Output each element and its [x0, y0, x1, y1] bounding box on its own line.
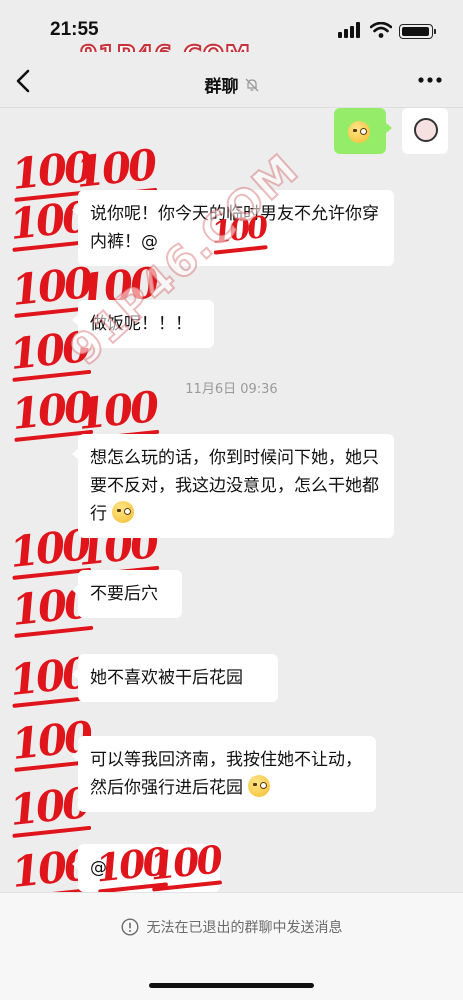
status-time: 21:55	[50, 19, 99, 40]
home-indicator[interactable]	[149, 983, 314, 988]
message-bubble[interactable]: 她不喜欢被干后花园	[72, 654, 278, 702]
message-bubble[interactable]: 想怎么玩的话，你到时候问下她，她只要不反对，我这边没意见，怎么干她都行	[72, 434, 394, 538]
bell-off-icon	[245, 78, 258, 91]
thinking-emoji-icon	[112, 501, 135, 523]
battery-nub	[434, 29, 436, 34]
avatar-face-icon	[414, 118, 438, 142]
thinking-emoji-icon	[248, 775, 271, 797]
nav-title-wrap: 群聊	[0, 72, 463, 97]
wifi-icon	[370, 22, 392, 38]
footer-notice-text: 无法在已退出的群聊中发送消息	[146, 920, 343, 936]
message-text: 她不喜欢被干后花园	[90, 668, 243, 688]
exclamation-circle-icon	[120, 918, 139, 936]
cellular-signal-icon	[338, 22, 360, 38]
nav-bar: 群聊	[0, 52, 463, 108]
message-bubble[interactable]: 可以等我回济南，我按住她不让动，然后你强行进后花园	[72, 736, 376, 812]
battery-icon	[399, 24, 433, 39]
hundred-emoji-icon: 100	[147, 836, 223, 892]
message-bubble[interactable]: 不要后穴	[72, 570, 182, 618]
chat-title: 群聊	[204, 77, 239, 97]
chat-area[interactable]: 100 100 100 100 100 100 100 100 100 100 …	[0, 108, 463, 900]
my-message-bubble[interactable]	[334, 108, 392, 154]
message-timestamp: 11月6日 09:36	[185, 382, 278, 397]
thinking-emoji-icon	[348, 121, 370, 143]
footer-notice-wrap: 无法在已退出的群聊中发送消息	[0, 917, 463, 940]
more-dots-icon[interactable]	[418, 77, 442, 83]
message-text: 可以等我回济南，我按住她不让动，然后你强行进后花园	[90, 750, 362, 798]
footer-bar: 无法在已退出的群聊中发送消息	[0, 892, 463, 1000]
my-avatar[interactable]	[402, 108, 448, 154]
message-text: 不要后穴	[90, 584, 158, 604]
